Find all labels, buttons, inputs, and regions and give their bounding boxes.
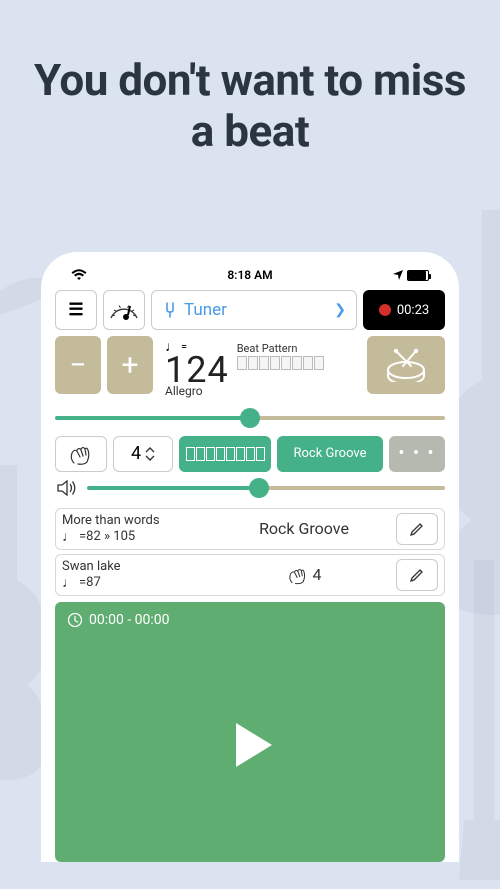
record-button[interactable]: 00:23	[363, 290, 445, 330]
beat-pattern-label: Beat Pattern	[237, 342, 324, 355]
tempo-minus-button[interactable]: −	[55, 336, 101, 394]
song-item[interactable]: Swan lake ♩=87 4	[55, 554, 445, 596]
hand-mode-button[interactable]	[55, 436, 107, 472]
metronome-mode-button[interactable]	[103, 290, 145, 330]
pencil-icon	[409, 521, 425, 537]
edit-song-button[interactable]	[396, 559, 438, 591]
clap-icon	[68, 443, 94, 465]
time-signature-button[interactable]: 4	[113, 436, 173, 472]
groove-label: Rock Groove	[293, 446, 366, 461]
beat-pattern-grid	[237, 356, 324, 370]
song-item[interactable]: More than words ♩=82 » 105 Rock Groove	[55, 508, 445, 550]
player-time: 00:00 - 00:00	[67, 612, 433, 628]
minus-glyph: −	[69, 348, 86, 383]
song-title: Swan lake	[62, 559, 212, 574]
stepper-icon	[145, 446, 155, 462]
phone-frame: 8:18 AM ☰ Tuner ❯ 00:23	[41, 252, 459, 862]
song-title: More than words	[62, 513, 212, 528]
gauge-icon	[108, 299, 140, 321]
clock-icon	[67, 612, 83, 628]
edit-song-button[interactable]	[396, 513, 438, 545]
chevron-right-icon: ❯	[334, 302, 346, 318]
clap-icon	[287, 565, 309, 585]
song-groove: Rock Groove	[218, 519, 390, 538]
status-time: 8:18 AM	[227, 268, 272, 282]
location-icon	[393, 270, 403, 280]
record-time: 00:23	[397, 303, 429, 318]
more-button[interactable]: • • •	[389, 436, 445, 472]
plus-glyph: +	[121, 348, 138, 383]
bg-oboe	[454, 560, 500, 880]
volume-slider[interactable]	[87, 478, 445, 498]
drum-kit-button[interactable]	[367, 336, 445, 394]
song-hand-count: 4	[218, 565, 390, 585]
tempo-slider[interactable]	[55, 408, 445, 428]
tuner-label: Tuner	[184, 300, 227, 320]
tempo-display[interactable]: ♩= 124 Allegro Beat Pattern	[159, 336, 361, 398]
pattern-button[interactable]	[179, 436, 271, 472]
bpm-value: 124	[165, 355, 229, 386]
player-panel: 00:00 - 00:00	[55, 602, 445, 862]
wifi-icon	[71, 269, 87, 281]
tuner-button[interactable]: Tuner ❯	[151, 290, 357, 330]
menu-button[interactable]: ☰	[55, 290, 97, 330]
song-tempo: ♩=87	[62, 574, 212, 591]
status-bar: 8:18 AM	[55, 264, 445, 290]
tuning-fork-icon	[162, 302, 178, 318]
groove-button[interactable]: Rock Groove	[277, 436, 383, 472]
more-icon: • • •	[398, 443, 435, 464]
promo-headline: You don't want to miss a beat	[0, 0, 500, 191]
time-signature-value: 4	[131, 443, 141, 464]
battery-icon	[407, 270, 429, 281]
song-tempo: ♩=82 » 105	[62, 528, 212, 545]
record-icon	[379, 304, 391, 316]
volume-icon	[55, 476, 79, 500]
pencil-icon	[409, 567, 425, 583]
play-button[interactable]	[214, 709, 286, 785]
drum-icon	[383, 348, 429, 382]
menu-icon: ☰	[68, 300, 83, 320]
tempo-name: Allegro	[165, 384, 229, 398]
tempo-plus-button[interactable]: +	[107, 336, 153, 394]
play-icon	[214, 709, 286, 781]
